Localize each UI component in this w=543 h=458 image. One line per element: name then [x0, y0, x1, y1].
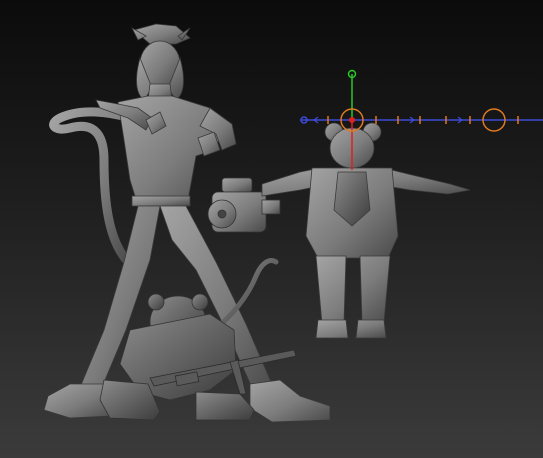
robot-legs	[315, 255, 391, 325]
minigun-handle	[221, 177, 253, 193]
rat-robot-sculpt[interactable]	[261, 122, 471, 339]
3d-viewport[interactable]	[0, 0, 543, 458]
gizmo-center-dot[interactable]	[349, 117, 355, 123]
cat-tail	[49, 107, 135, 267]
robot-feet	[315, 319, 387, 339]
cat-right-boot	[249, 379, 331, 423]
viewport-canvas[interactable]	[0, 0, 543, 458]
